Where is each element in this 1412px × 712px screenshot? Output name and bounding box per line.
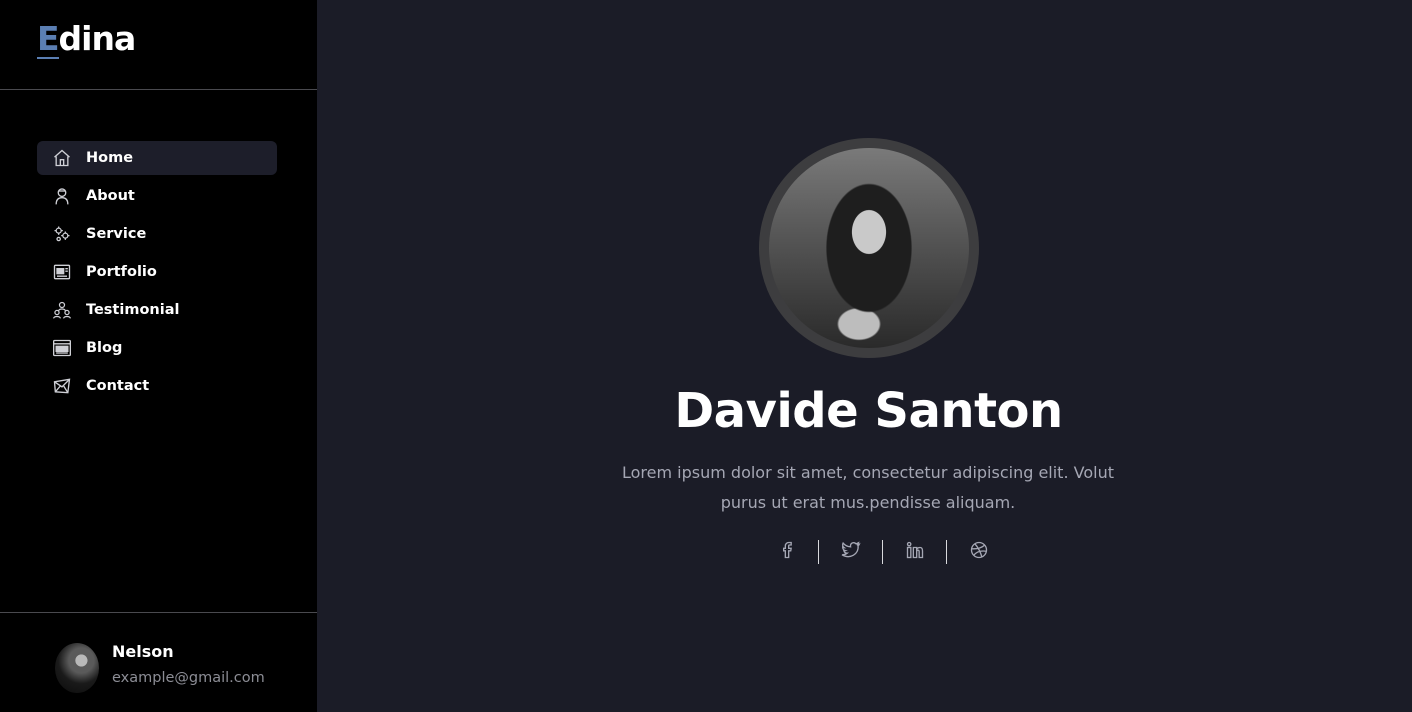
user-profile[interactable]: Nelson example@gmail.com	[0, 612, 317, 712]
nav-label-about: About	[86, 188, 135, 204]
people-icon	[51, 299, 73, 321]
facebook-link[interactable]	[755, 540, 819, 564]
nav-item-service[interactable]: Service	[37, 217, 277, 251]
nav-item-testimonial[interactable]: Testimonial	[37, 293, 277, 327]
user-icon	[51, 185, 73, 207]
twitter-icon	[841, 540, 861, 564]
dribbble-icon	[969, 540, 989, 564]
blog-icon	[51, 337, 73, 359]
nav-label-testimonial: Testimonial	[86, 302, 180, 318]
linkedin-icon	[905, 540, 925, 564]
nav-label-blog: Blog	[86, 340, 123, 356]
twitter-link[interactable]	[819, 540, 883, 564]
sidebar: Edina Home About Service Portfolio Testi…	[0, 0, 317, 712]
avatar	[55, 643, 99, 693]
profile-email: example@gmail.com	[112, 670, 265, 686]
nav-label-portfolio: Portfolio	[86, 264, 157, 280]
hero-avatar	[759, 138, 979, 358]
mail-icon	[51, 375, 73, 397]
linkedin-link[interactable]	[883, 540, 947, 564]
hero-photo	[769, 148, 969, 348]
social-links	[755, 540, 1011, 564]
portfolio-icon	[51, 261, 73, 283]
nav-item-about[interactable]: About	[37, 179, 277, 213]
dribbble-link[interactable]	[947, 540, 1011, 564]
nav-item-home[interactable]: Home	[37, 141, 277, 175]
nav-label-contact: Contact	[86, 378, 150, 394]
brand-logo-initial: E	[37, 19, 60, 59]
hero-description: Lorem ipsum dolor sit amet, consectetur …	[622, 463, 1114, 512]
main-content: Davide Santon Lorem ipsum dolor sit amet…	[317, 0, 1412, 712]
nav-item-contact[interactable]: Contact	[37, 369, 277, 403]
brand-logo[interactable]: Edina	[37, 19, 137, 59]
nav-item-portfolio[interactable]: Portfolio	[37, 255, 277, 289]
nav-item-blog[interactable]: Blog	[37, 331, 277, 365]
facebook-icon	[777, 540, 797, 564]
home-icon	[51, 147, 73, 169]
hero-name: Davide Santon	[674, 383, 1063, 439]
main-nav: Home About Service Portfolio Testimonial	[37, 141, 277, 407]
brand-logo-rest: dina	[58, 19, 137, 58]
profile-name: Nelson	[112, 642, 174, 661]
nav-label-home: Home	[86, 150, 134, 166]
nav-label-service: Service	[86, 226, 147, 242]
logo-area: Edina	[0, 0, 317, 90]
gears-icon	[51, 223, 73, 245]
